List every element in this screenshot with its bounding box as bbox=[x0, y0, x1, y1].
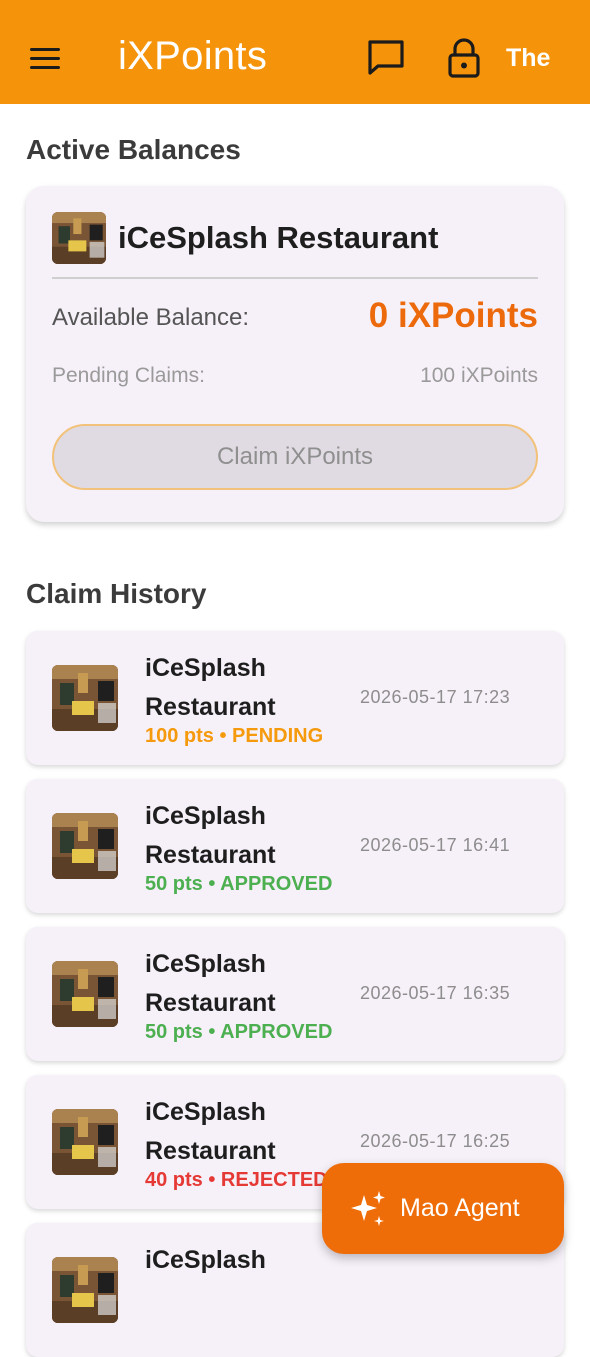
menu-icon[interactable] bbox=[28, 44, 62, 74]
history-date: 2026-05-17 16:25 bbox=[360, 1131, 511, 1151]
restaurant-thumbnail bbox=[52, 212, 106, 264]
restaurant-thumbnail bbox=[52, 665, 118, 731]
restaurant-name: iCeSplash Restaurant bbox=[118, 220, 439, 255]
lock-icon[interactable] bbox=[444, 36, 484, 80]
claim-history-item[interactable]: iCeSplash Restaurant 50 pts • APPROVED 202… bbox=[26, 779, 564, 913]
app-title: iXPoints bbox=[118, 34, 268, 78]
available-balance-value: 0 iXPoints bbox=[368, 296, 538, 335]
history-restaurant-name: iCeSplash bbox=[145, 1246, 266, 1274]
history-restaurant-name: iCeSplash Restaurant bbox=[145, 802, 276, 869]
claim-ixpoints-button[interactable]: Claim iXPoints bbox=[52, 424, 538, 490]
sparkle-icon bbox=[351, 1191, 385, 1226]
restaurant-thumbnail bbox=[52, 1109, 118, 1175]
chat-bubble-icon[interactable] bbox=[364, 38, 408, 78]
available-balance-label: Available Balance: bbox=[52, 304, 250, 331]
history-status: 100 pts • PENDING bbox=[145, 725, 324, 747]
app-bar: iXPoints The bbox=[0, 0, 590, 104]
mao-agent-label: Mao Agent bbox=[400, 1194, 520, 1222]
restaurant-thumbnail bbox=[52, 1257, 118, 1323]
divider bbox=[52, 277, 538, 279]
claim-history-item[interactable]: iCeSplash Restaurant 100 pts • PENDING 202… bbox=[26, 631, 564, 765]
active-balances-title: Active Balances bbox=[26, 134, 241, 165]
history-status: 40 pts • REJECTED bbox=[145, 1169, 328, 1191]
history-restaurant-name: iCeSplash Restaurant bbox=[145, 950, 276, 1017]
claim-history-title: Claim History bbox=[26, 578, 207, 609]
history-date: 2026-05-17 16:41 bbox=[360, 835, 511, 855]
history-status: 50 pts • APPROVED bbox=[145, 1021, 333, 1043]
balance-card: iCeSplash Restaurant Available Balance: … bbox=[26, 186, 564, 522]
pending-claims-value: 100 iXPoints bbox=[420, 364, 538, 387]
history-status: 50 pts • APPROVED bbox=[145, 873, 333, 895]
claim-history-item[interactable]: iCeSplash Restaurant 50 pts • APPROVED 202… bbox=[26, 927, 564, 1061]
history-restaurant-name: iCeSplash Restaurant bbox=[145, 654, 276, 721]
history-date: 2026-05-17 16:35 bbox=[360, 983, 511, 1003]
pending-claims-label: Pending Claims: bbox=[52, 364, 205, 387]
mao-agent-button[interactable]: Mao Agent bbox=[322, 1163, 564, 1254]
restaurant-thumbnail bbox=[52, 813, 118, 879]
history-restaurant-name: iCeSplash Restaurant bbox=[145, 1098, 276, 1165]
user-name[interactable]: The bbox=[506, 44, 550, 73]
history-date: 2026-05-17 17:23 bbox=[360, 687, 511, 707]
restaurant-thumbnail bbox=[52, 961, 118, 1027]
